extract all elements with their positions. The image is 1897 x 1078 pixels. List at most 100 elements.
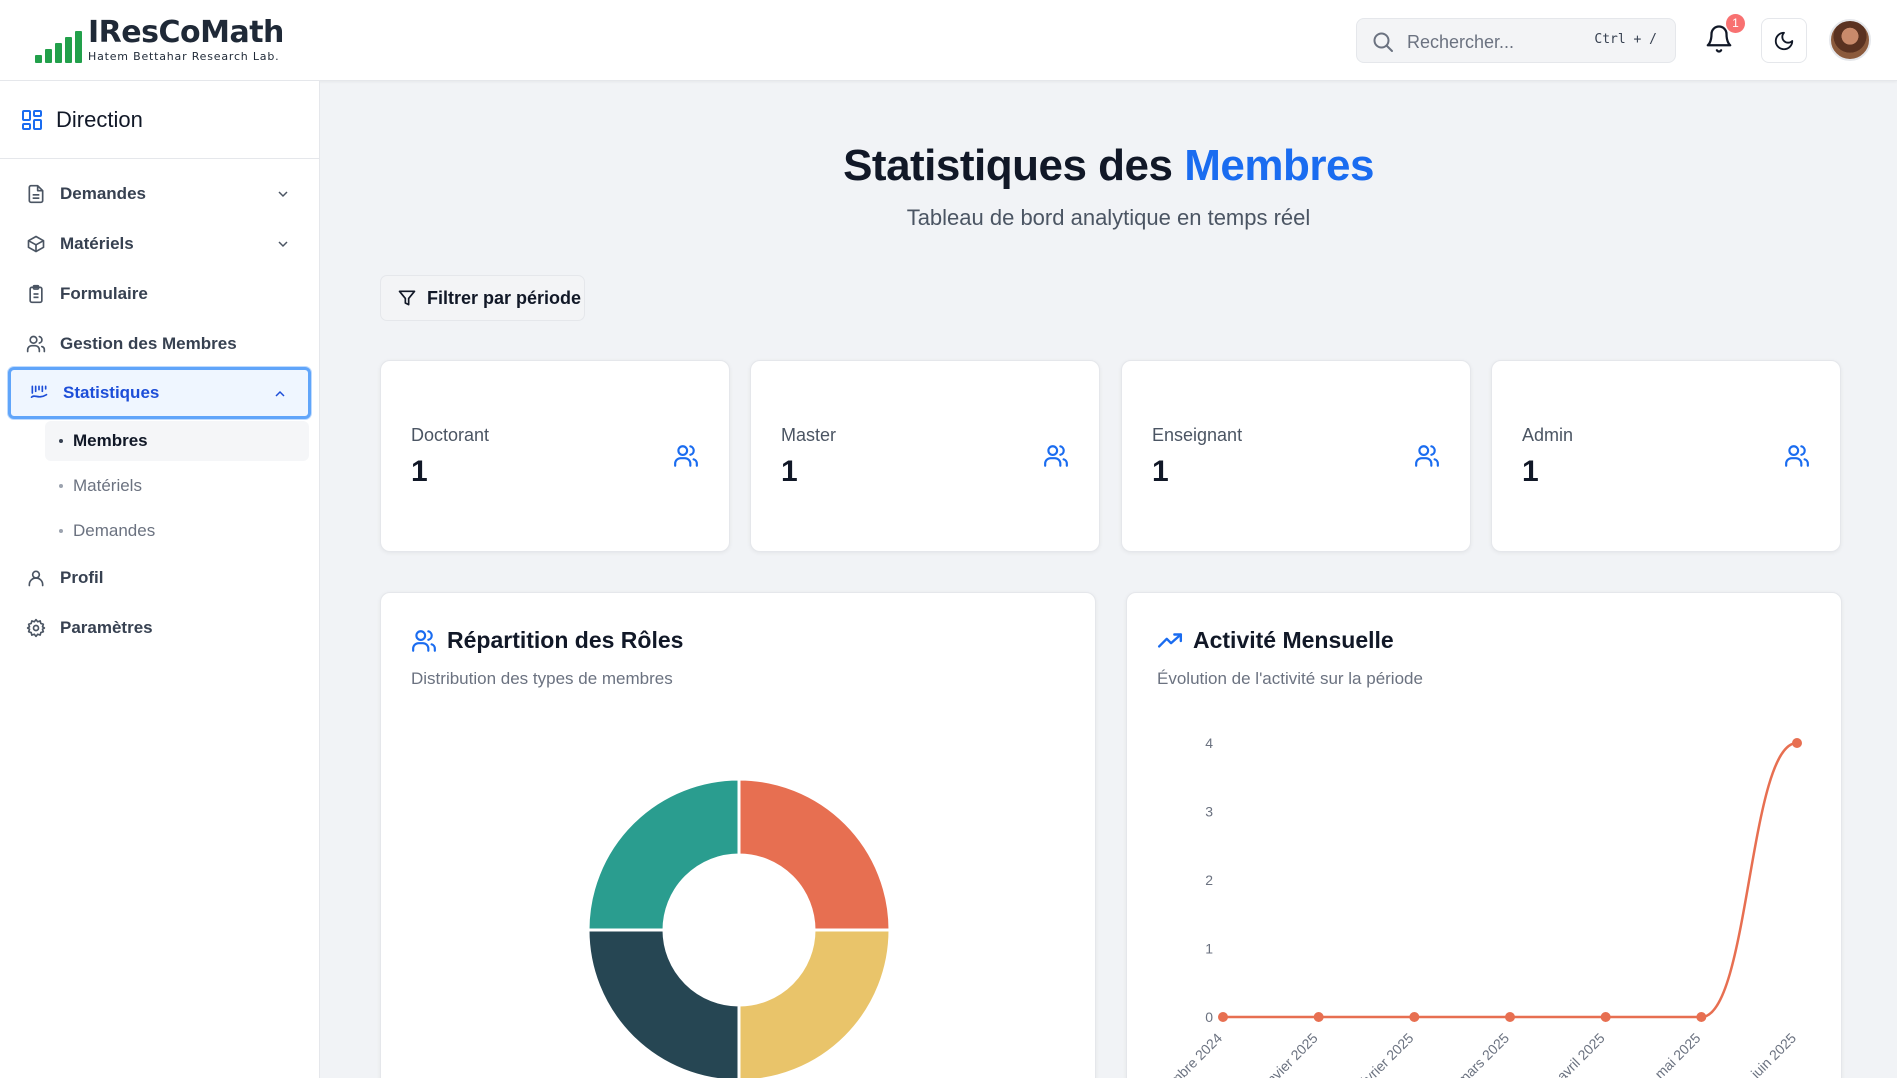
dashboard-icon xyxy=(22,109,42,130)
sidebar-item-label: Statistiques xyxy=(63,383,160,402)
stat-card-enseignant: Enseignant 1 xyxy=(1121,360,1471,552)
search-icon xyxy=(1371,30,1395,59)
logo-title: IResCoMath xyxy=(88,15,284,50)
submenu-item-label: Matériels xyxy=(73,476,142,495)
y-tick-label: 3 xyxy=(1205,804,1213,820)
theme-toggle-button[interactable] xyxy=(1761,18,1807,63)
sidebar-header: Direction xyxy=(0,81,319,159)
users-icon xyxy=(26,335,46,353)
stat-label: Master xyxy=(781,425,837,445)
data-point[interactable] xyxy=(1409,1012,1420,1022)
sidebar-item-label: Formulaire xyxy=(60,284,148,303)
sidebar: Direction Demandes Matériels Formulaire … xyxy=(0,81,320,1078)
gear-icon xyxy=(26,618,46,638)
clipboard-icon xyxy=(29,284,43,304)
activity-series-line xyxy=(1223,741,1798,1019)
avatar[interactable] xyxy=(1829,19,1871,61)
page-title-accent: Membres xyxy=(1184,141,1374,190)
x-tick-label: avril 2025 xyxy=(1554,1030,1608,1078)
sidebar-item-parametres[interactable]: Paramètres xyxy=(8,604,311,652)
sidebar-item-gestion-membres[interactable]: Gestion des Membres xyxy=(8,320,311,368)
x-tick-label: février 2025 xyxy=(1353,1030,1417,1078)
data-point[interactable] xyxy=(1313,1012,1324,1022)
users-icon xyxy=(1415,445,1439,467)
donut-slice-3[interactable] xyxy=(586,777,741,932)
sidebar-item-profil[interactable]: Profil xyxy=(8,554,311,602)
box-icon xyxy=(27,235,45,253)
users-icon xyxy=(674,445,698,467)
stat-value: 1 xyxy=(411,455,428,488)
sidebar-item-label: Paramètres xyxy=(60,618,153,637)
x-tick-label: mai 2025 xyxy=(1651,1030,1703,1078)
file-text-icon xyxy=(28,184,44,204)
sidebar-title: Direction xyxy=(56,106,143,132)
bullet-icon xyxy=(59,439,63,443)
sidebar-item-formulaire[interactable]: Formulaire xyxy=(8,270,311,318)
chevron-up-icon xyxy=(275,390,285,397)
stat-card-doctorant: Doctorant 1 xyxy=(380,360,730,552)
sidebar-item-materiels[interactable]: Matériels xyxy=(8,220,311,268)
data-point[interactable] xyxy=(1218,1012,1228,1022)
roles-distribution-panel: Répartition des Rôles Distribution des t… xyxy=(380,592,1096,1078)
data-point[interactable] xyxy=(1792,738,1802,748)
sidebar-item-demandes[interactable]: Demandes xyxy=(8,170,311,218)
x-tick-label: janvier 2025 xyxy=(1255,1030,1321,1078)
donut-slice-0[interactable] xyxy=(737,777,892,932)
sidebar-item-label: Gestion des Membres xyxy=(60,334,237,353)
page-subtitle: Tableau de bord analytique en temps réel xyxy=(906,205,1311,230)
sidebar-item-statistiques[interactable]: Statistiques xyxy=(8,367,311,419)
x-tick-label: mars 2025 xyxy=(1454,1030,1512,1078)
y-tick-label: 4 xyxy=(1205,735,1213,751)
donut-slice-1[interactable] xyxy=(737,928,892,1078)
stat-card-admin: Admin 1 xyxy=(1491,360,1841,552)
activity-line-chart: 0 1 2 3 4 décembre 2024 janvier 2025 février 20… xyxy=(1145,735,1802,1078)
monthly-activity-panel: Activité Mensuelle Évolution de l'activi… xyxy=(1126,592,1842,1078)
filter-icon xyxy=(398,290,416,306)
submenu-item-demandes[interactable]: Demandes xyxy=(45,511,309,551)
page-title-text: Statistiques des xyxy=(843,141,1185,190)
chart-icon xyxy=(30,385,48,398)
app-logo[interactable]: IResCoMath Hatem Bettahar Research Lab. xyxy=(35,18,284,63)
sidebar-item-label: Matériels xyxy=(60,234,134,253)
stat-value: 1 xyxy=(1522,455,1539,488)
filter-period-button[interactable]: Filtrer par période xyxy=(380,275,585,321)
page-title: Statistiques des Membres xyxy=(320,141,1897,191)
data-point[interactable] xyxy=(1600,1012,1611,1022)
notification-badge: 1 xyxy=(1726,14,1745,33)
search-input[interactable]: Rechercher... Ctrl + / xyxy=(1356,18,1676,63)
x-tick-label: juin 2025 xyxy=(1747,1030,1799,1078)
logo-subtitle: Hatem Bettahar Research Lab. xyxy=(88,50,280,63)
stat-value: 1 xyxy=(781,455,798,488)
search-placeholder: Rechercher... xyxy=(1407,32,1515,52)
bullet-icon xyxy=(59,484,63,488)
donut-slice-2[interactable] xyxy=(586,928,741,1078)
users-icon xyxy=(1044,445,1068,467)
stat-label: Admin xyxy=(1522,425,1574,445)
data-point[interactable] xyxy=(1505,1012,1515,1022)
submenu-item-membres[interactable]: Membres xyxy=(45,421,309,461)
filter-label: Filtrer par période xyxy=(427,287,582,308)
users-icon xyxy=(1785,445,1809,467)
submenu-item-label: Demandes xyxy=(73,521,156,540)
stat-label: Enseignant xyxy=(1152,425,1243,445)
chevron-down-icon xyxy=(278,191,288,198)
stat-label: Doctorant xyxy=(411,425,490,445)
submenu-item-label: Membres xyxy=(73,431,148,450)
user-icon xyxy=(28,570,44,587)
roles-donut-chart xyxy=(586,777,892,1078)
stat-card-master: Master 1 xyxy=(750,360,1100,552)
chevron-down-icon xyxy=(278,241,288,248)
search-shortcut: Ctrl + / xyxy=(1594,32,1657,47)
top-header: IResCoMath Hatem Bettahar Research Lab. … xyxy=(0,0,1897,81)
logo-bars-icon xyxy=(35,31,82,63)
x-tick-label: décembre 2024 xyxy=(1145,1030,1225,1078)
sidebar-item-label: Profil xyxy=(60,568,104,587)
y-tick-label: 0 xyxy=(1205,1009,1213,1025)
moon-icon xyxy=(1774,31,1794,50)
sidebar-item-label: Demandes xyxy=(60,184,146,203)
data-point[interactable] xyxy=(1696,1012,1707,1022)
y-tick-label: 2 xyxy=(1205,872,1213,888)
submenu-item-materiels[interactable]: Matériels xyxy=(45,466,309,506)
bullet-icon xyxy=(59,529,63,533)
stat-value: 1 xyxy=(1152,455,1169,488)
